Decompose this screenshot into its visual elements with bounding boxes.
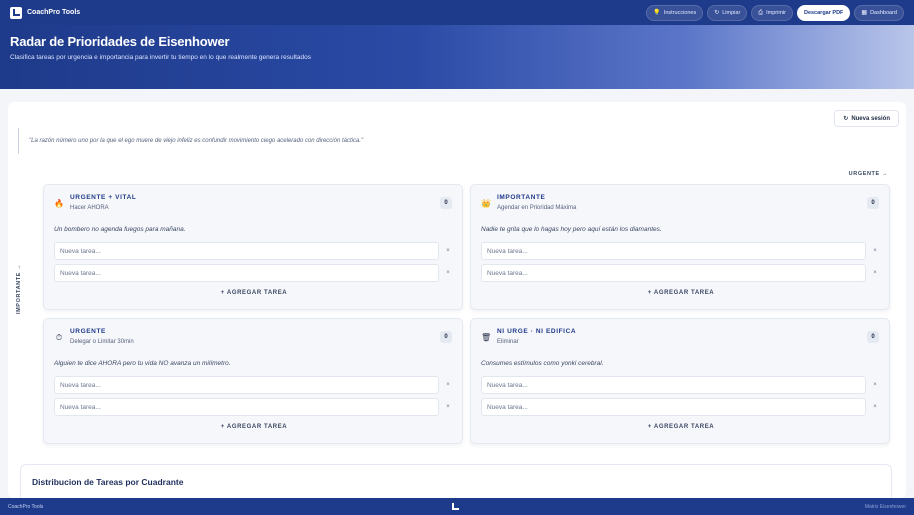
delete-task-icon[interactable]: × <box>870 404 880 410</box>
quadrant-description: Un bombero no agenda fuegos para mañana. <box>54 226 186 233</box>
quadrant-subtitle: Delegar o Limitar 30min <box>70 339 134 345</box>
dashboard-button[interactable]: ▦ Dashboard <box>854 4 904 21</box>
footer-tool-name: Matriz Eisenhower <box>864 503 906 510</box>
quadrant-urgent-vital: 🔥 URGENTE + VITAL Hacer AHORA 0 Un bombe… <box>43 184 463 310</box>
refresh-icon: ↻ <box>843 116 849 122</box>
quadrant-description: Consumes estímulos como yonki cerebral. <box>481 360 604 367</box>
crown-icon: 👑 <box>481 199 491 208</box>
new-session-button[interactable]: ↻ Nueva sesión <box>834 110 899 127</box>
axis-x-label: URGENTE → <box>848 171 888 177</box>
nav-actions: 💡 Instrucciones ↻ Limpiar ⎙ Imprimir Des… <box>646 4 904 21</box>
task-input[interactable] <box>481 242 866 260</box>
bulb-icon: 💡 <box>653 9 661 16</box>
dashboard-label: Dashboard <box>870 9 897 16</box>
quadrant-subtitle: Agendar en Prioridad Máxima <box>497 205 577 211</box>
timer-icon: ⏱ <box>55 333 63 342</box>
quadrant-title: IMPORTANTE <box>497 194 546 201</box>
download-pdf-button[interactable]: Descargar PDF <box>796 4 851 21</box>
quadrant-urgent: ⏱ URGENTE Delegar o Limitar 30min 0 Algu… <box>43 318 463 444</box>
main-panel: ↻ Nueva sesión "La razón número uno por … <box>8 102 906 504</box>
new-session-label: Nueva sesión <box>851 115 890 122</box>
axis-y-label: IMPORTANTE → <box>16 263 22 314</box>
task-input[interactable] <box>54 242 439 260</box>
page-title: Radar de Prioridades de Eisenhower <box>10 34 230 49</box>
print-button[interactable]: ⎙ Imprimir <box>751 4 793 21</box>
delete-task-icon[interactable]: × <box>443 248 453 254</box>
task-input[interactable] <box>54 376 439 394</box>
task-row: × <box>481 376 881 394</box>
top-nav: CoachPro Tools 💡 Instrucciones ↻ Limpiar… <box>0 0 914 25</box>
hero-banner: Radar de Prioridades de Eisenhower Clasi… <box>0 25 914 89</box>
task-row: × <box>54 398 454 416</box>
refresh-icon: ↻ <box>714 9 720 16</box>
task-count-badge: 0 <box>440 331 452 343</box>
logo-icon <box>10 6 22 19</box>
task-input[interactable] <box>481 264 866 282</box>
quadrant-subtitle: Eliminar <box>497 339 519 345</box>
task-input[interactable] <box>481 376 866 394</box>
task-row: × <box>54 376 454 394</box>
quadrant-title: URGENTE + VITAL <box>70 194 137 201</box>
quadrant-subtitle: Hacer AHORA <box>70 205 109 211</box>
page-subtitle: Clasifica tareas por urgencia e importan… <box>10 54 311 61</box>
fire-icon: 🔥 <box>54 199 64 208</box>
footer: CoachPro Tools Matriz Eisenhower <box>0 498 914 515</box>
instructions-label: Instrucciones <box>663 9 697 16</box>
task-count-badge: 0 <box>440 197 452 209</box>
task-row: × <box>481 398 881 416</box>
clear-button[interactable]: ↻ Limpiar <box>707 4 748 21</box>
brand-name: CoachPro Tools <box>27 9 81 16</box>
print-label: Imprimir <box>766 9 786 16</box>
download-pdf-label: Descargar PDF <box>803 9 844 16</box>
delete-task-icon[interactable]: × <box>443 270 453 276</box>
task-row: × <box>54 264 454 282</box>
task-count-badge: 0 <box>867 197 879 209</box>
quadrant-eliminate: 🗑 NI URGE · NI EDIFICA Eliminar 0 Consum… <box>470 318 890 444</box>
add-task-button[interactable]: + AGREGAR TAREA <box>471 290 891 296</box>
add-task-button[interactable]: + AGREGAR TAREA <box>471 424 891 430</box>
delete-task-icon[interactable]: × <box>870 270 880 276</box>
delete-task-icon[interactable]: × <box>870 248 880 254</box>
task-row: × <box>481 264 881 282</box>
add-task-button[interactable]: + AGREGAR TAREA <box>44 290 464 296</box>
logo-icon <box>452 503 459 510</box>
clear-label: Limpiar <box>722 9 741 16</box>
brand[interactable]: CoachPro Tools <box>10 6 81 19</box>
quadrant-title: NI URGE · NI EDIFICA <box>497 328 577 335</box>
footer-brand: CoachPro Tools <box>8 503 44 510</box>
delete-task-icon[interactable]: × <box>870 382 880 388</box>
distribution-title: Distribucion de Tareas por Cuadrante <box>32 477 184 487</box>
quadrant-description: Alguien te dice AHORA pero tu vida NO av… <box>54 360 231 367</box>
task-input[interactable] <box>54 398 439 416</box>
instructions-button[interactable]: 💡 Instrucciones <box>646 4 704 21</box>
delete-task-icon[interactable]: × <box>443 404 453 410</box>
grid-icon: ▦ <box>861 9 868 16</box>
quadrant-description: Nadie te grita que lo hagas hoy pero aqu… <box>481 226 662 233</box>
quote: "La razón número uno por la que el ego m… <box>18 128 363 154</box>
task-row: × <box>54 242 454 260</box>
task-row: × <box>481 242 881 260</box>
task-input[interactable] <box>481 398 866 416</box>
quadrant-important: 👑 IMPORTANTE Agendar en Prioridad Máxima… <box>470 184 890 310</box>
trash-icon: 🗑 <box>481 333 492 342</box>
quadrant-title: URGENTE <box>70 328 106 335</box>
add-task-button[interactable]: + AGREGAR TAREA <box>44 424 464 430</box>
delete-task-icon[interactable]: × <box>443 382 453 388</box>
printer-icon: ⎙ <box>758 9 764 16</box>
task-input[interactable] <box>54 264 439 282</box>
task-count-badge: 0 <box>867 331 879 343</box>
